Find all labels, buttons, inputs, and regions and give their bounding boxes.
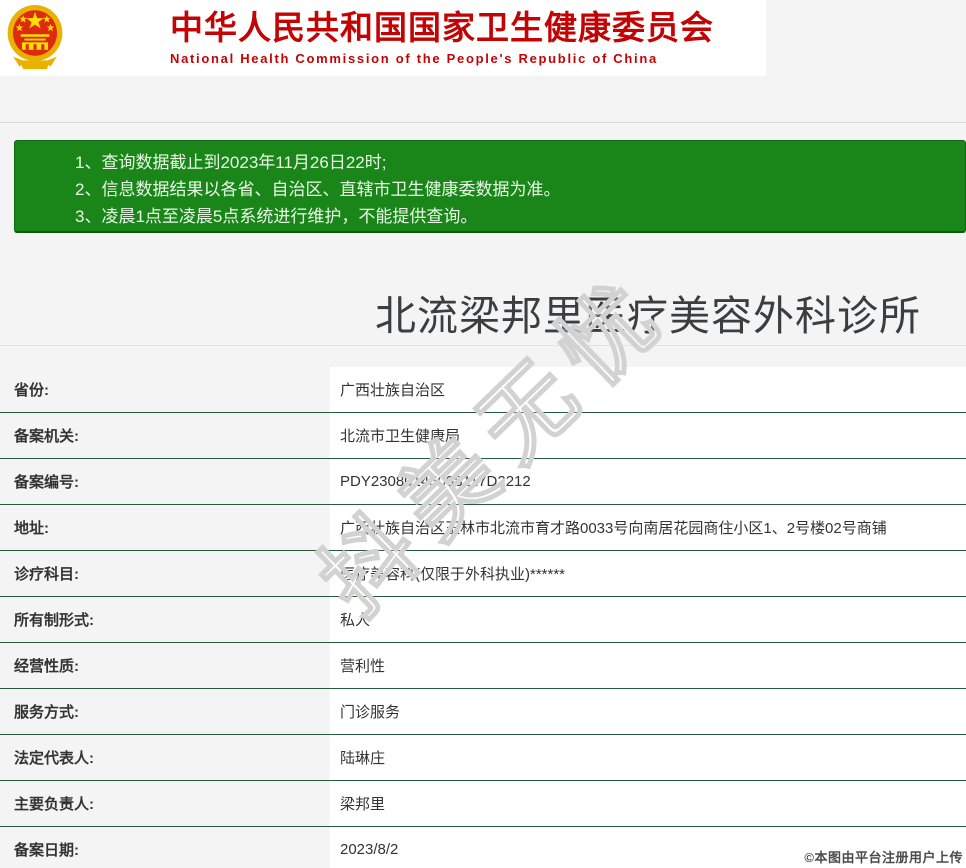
header-divider [0, 122, 966, 124]
record-table: 省份: 广西壮族自治区 备案机关: 北流市卫生健康局 备案编号: PDY2308… [0, 367, 966, 868]
field-label: 主要负责人: [14, 796, 94, 813]
table-row: 主要负责人: 梁邦里 [0, 781, 966, 827]
site-title-english: National Health Commission of the People… [170, 51, 658, 66]
field-value: 陆琳庄 [330, 735, 966, 780]
field-value: 广西壮族自治区 [330, 367, 966, 412]
field-label: 所有制形式: [14, 612, 94, 629]
notice-line-3: 3、凌晨1点至凌晨5点系统进行维护，不能提供查询。 [75, 207, 478, 226]
field-value: 广西壮族自治区玉林市北流市育才路0033号向南居花园商住小区1、2号楼02号商铺 [330, 505, 966, 550]
table-row: 备案编号: PDY23080145098117D2212 [0, 459, 966, 505]
field-label: 备案机关: [14, 428, 79, 445]
table-row: 省份: 广西壮族自治区 [0, 367, 966, 413]
site-title-chinese: 中华人民共和国国家卫生健康委员会 [170, 9, 714, 46]
prc-national-emblem-icon [7, 5, 63, 70]
field-value: PDY23080145098117D2212 [330, 459, 966, 504]
table-row: 经营性质: 营利性 [0, 643, 966, 689]
field-label: 服务方式: [14, 704, 79, 721]
table-row: 诊疗科目: 医疗美容科(仅限于外科执业)****** [0, 551, 966, 597]
field-label: 经营性质: [14, 658, 79, 675]
table-row: 服务方式: 门诊服务 [0, 689, 966, 735]
field-value: 北流市卫生健康局 [330, 413, 966, 458]
field-label: 省份: [14, 382, 49, 399]
field-label: 法定代表人: [14, 750, 94, 767]
notice-banner: 1、查询数据截止到2023年11月26日22时; 2、信息数据结果以各省、自治区… [14, 140, 966, 233]
upload-credit-badge: ©本图由平台注册用户上传 [804, 850, 963, 865]
field-value: 私人 [330, 597, 966, 642]
field-label: 诊疗科目: [14, 566, 79, 583]
field-label: 备案编号: [14, 474, 79, 491]
field-value: 医疗美容科(仅限于外科执业)****** [330, 551, 966, 596]
site-header: 中华人民共和国国家卫生健康委员会 National Health Commiss… [0, 0, 766, 76]
header-gray-strip [0, 76, 966, 122]
section-divider [0, 345, 966, 346]
table-row: 所有制形式: 私人 [0, 597, 966, 643]
field-value: 梁邦里 [330, 781, 966, 826]
field-value: 营利性 [330, 643, 966, 688]
institution-name-title: 北流梁邦里医疗美容外科诊所 [375, 293, 921, 339]
table-row: 法定代表人: 陆琳庄 [0, 735, 966, 781]
field-label: 地址: [14, 520, 49, 537]
notice-line-1: 1、查询数据截止到2023年11月26日22时; [75, 153, 387, 172]
field-label: 备案日期: [14, 842, 79, 859]
table-row: 地址: 广西壮族自治区玉林市北流市育才路0033号向南居花园商住小区1、2号楼0… [0, 505, 966, 551]
notice-line-2: 2、信息数据结果以各省、自治区、直辖市卫生健康委数据为准。 [75, 180, 561, 199]
field-value: 门诊服务 [330, 689, 966, 734]
table-row: 备案机关: 北流市卫生健康局 [0, 413, 966, 459]
